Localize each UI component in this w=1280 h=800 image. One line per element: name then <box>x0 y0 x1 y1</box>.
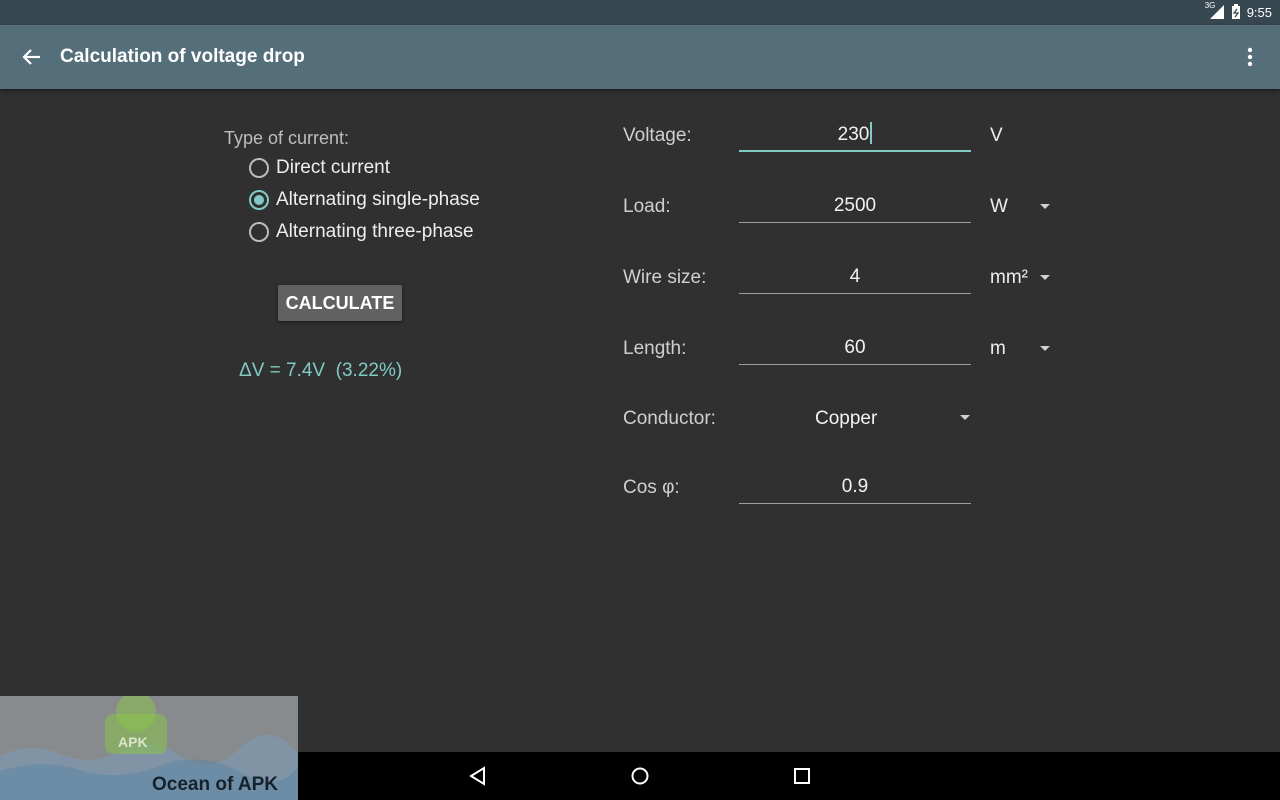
nav-home-icon[interactable] <box>628 764 652 788</box>
conductor-label: Conductor: <box>623 408 716 429</box>
wire-size-input[interactable]: 4 <box>739 262 971 294</box>
radio-alternating-three-phase[interactable]: Alternating three-phase <box>249 221 474 243</box>
voltage-value: 230 <box>837 124 870 145</box>
radio-button-checked-icon[interactable] <box>249 190 269 210</box>
text-cursor <box>870 122 873 144</box>
back-arrow-icon[interactable] <box>18 45 46 69</box>
voltage-label: Voltage: <box>623 125 692 146</box>
dropdown-arrow-icon[interactable] <box>960 415 970 420</box>
calculate-button[interactable]: CALCULATE <box>278 285 402 321</box>
load-label: Load: <box>623 196 671 217</box>
watermark-badge: APK <box>118 734 148 750</box>
radio-alternating-single-phase[interactable]: Alternating single-phase <box>249 189 480 211</box>
status-icons: 3G 9:55 <box>1204 1 1272 20</box>
dropdown-arrow-icon[interactable] <box>1040 204 1050 209</box>
load-unit-dropdown[interactable]: W <box>990 196 1008 218</box>
radio-label: Alternating single-phase <box>276 189 480 210</box>
cos-phi-label: Cos φ: <box>623 477 680 498</box>
result-text: ΔV = 7.4V (3.22%) <box>239 360 403 381</box>
watermark-text: Ocean of APK <box>152 774 278 795</box>
radio-direct-current[interactable]: Direct current <box>249 157 390 179</box>
dropdown-arrow-icon[interactable] <box>1040 346 1050 351</box>
navigation-bar <box>298 752 1280 800</box>
nav-recents-icon[interactable] <box>790 764 814 788</box>
length-input[interactable]: 60 <box>739 333 971 365</box>
signal-icon: 3G <box>1204 1 1225 20</box>
watermark-logo: APK Ocean of APK <box>0 696 298 800</box>
overflow-menu-icon[interactable] <box>1240 45 1260 69</box>
page-title: Calculation of voltage drop <box>60 46 305 67</box>
dropdown-arrow-icon[interactable] <box>1040 275 1050 280</box>
wire-size-unit-dropdown[interactable]: mm² <box>990 267 1028 289</box>
app-bar: Calculation of voltage drop <box>0 25 1280 89</box>
radio-button-icon[interactable] <box>249 222 269 242</box>
radio-button-icon[interactable] <box>249 158 269 178</box>
length-label: Length: <box>623 338 687 359</box>
status-bar: 3G 9:55 <box>0 0 1280 25</box>
clock: 9:55 <box>1246 4 1272 20</box>
load-input[interactable]: 2500 <box>739 191 971 223</box>
length-unit-dropdown[interactable]: m <box>990 338 1006 360</box>
battery-icon <box>1231 4 1241 20</box>
conductor-dropdown[interactable]: Copper <box>815 408 877 430</box>
network-type: 3G <box>1204 1 1216 10</box>
current-type-label: Type of current: <box>224 128 350 148</box>
radio-label: Direct current <box>276 157 391 178</box>
voltage-unit: V <box>990 125 1003 146</box>
radio-label: Alternating three-phase <box>276 221 474 242</box>
nav-back-icon[interactable] <box>466 764 490 788</box>
cos-phi-input[interactable]: 0.9 <box>739 472 971 504</box>
voltage-input[interactable]: 230 <box>739 120 971 152</box>
wire-size-label: Wire size: <box>623 267 707 288</box>
